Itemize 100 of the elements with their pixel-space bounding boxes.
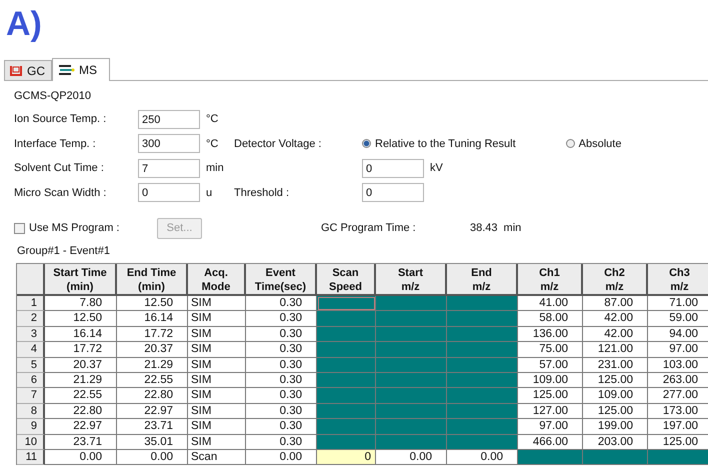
table-cell: 125.00 bbox=[583, 404, 648, 420]
radio-option[interactable]: Relative to the Tuning Result bbox=[362, 138, 516, 150]
table-cell: SIM bbox=[188, 326, 246, 342]
table-cell: 20.37 bbox=[45, 358, 117, 373]
table-cell: SIM bbox=[188, 419, 246, 435]
table-cell: 20.37 bbox=[117, 342, 188, 358]
table-cell: 0.30 bbox=[246, 311, 317, 327]
table-cell: 0.00 bbox=[117, 450, 188, 466]
column-header[interactable]: Scan Speed bbox=[317, 264, 376, 296]
table-cell: 97.00 bbox=[648, 342, 708, 358]
table-cell: 203.00 bbox=[583, 434, 648, 450]
table-cell: 197.00 bbox=[648, 419, 708, 435]
table-cell: Scan bbox=[188, 450, 246, 466]
tab[interactable]: GC bbox=[4, 60, 52, 80]
table-cell: 0.30 bbox=[246, 404, 317, 420]
table-cell: 57.00 bbox=[518, 358, 583, 373]
table-cell: SIM bbox=[188, 342, 246, 358]
table-cell: 17.72 bbox=[117, 326, 188, 342]
table-cell: 0.30 bbox=[246, 419, 317, 435]
table-cell: 0.00 bbox=[246, 450, 317, 466]
table-cell: 42.00 bbox=[583, 311, 648, 327]
column-header[interactable]: Ch1 m/z bbox=[518, 264, 583, 296]
row-header[interactable]: 1 bbox=[17, 296, 45, 312]
column-header[interactable]: Ch2 m/z bbox=[583, 264, 648, 296]
column-header[interactable]: Start Time (min) bbox=[45, 264, 117, 296]
column-header[interactable]: Acq. Mode bbox=[188, 264, 246, 296]
table-cell: 71.00 bbox=[648, 296, 708, 312]
input-field[interactable]: 7 bbox=[138, 158, 200, 178]
column-header[interactable]: Ch3 m/z bbox=[648, 264, 708, 296]
radio-option[interactable]: Absolute bbox=[566, 138, 622, 150]
table-cell: 87.00 bbox=[583, 296, 648, 312]
table-cell: SIM bbox=[188, 434, 246, 450]
table-cell: 121.00 bbox=[583, 342, 648, 358]
input-field[interactable]: 0 bbox=[362, 158, 424, 178]
table-cell: 263.00 bbox=[648, 372, 708, 388]
table-cell: 0.30 bbox=[246, 388, 317, 404]
table-cell: 35.01 bbox=[117, 434, 188, 450]
row-header[interactable]: 10 bbox=[17, 434, 45, 450]
column-header[interactable]: Start m/z bbox=[376, 264, 447, 296]
table-cell: 94.00 bbox=[648, 326, 708, 342]
table-cell: 16.14 bbox=[117, 311, 188, 327]
table-cell: 173.00 bbox=[648, 404, 708, 420]
table-cell: 22.55 bbox=[117, 372, 188, 388]
field-label: Interface Temp. : bbox=[14, 138, 97, 150]
table-cell: 136.00 bbox=[518, 326, 583, 342]
table-cell: 58.00 bbox=[518, 311, 583, 327]
input-field[interactable]: 0 bbox=[362, 183, 424, 202]
row-header[interactable]: 9 bbox=[17, 419, 45, 435]
row-header[interactable]: 2 bbox=[17, 311, 45, 327]
table-cell: 75.00 bbox=[518, 342, 583, 358]
oven-icon bbox=[9, 64, 23, 76]
table-cell: 7.80 bbox=[45, 296, 117, 312]
unit-label: kV bbox=[429, 162, 444, 174]
table-cell: 97.00 bbox=[518, 419, 583, 435]
input-field[interactable]: 0 bbox=[138, 183, 200, 202]
table-cell: 466.00 bbox=[518, 434, 583, 450]
table-cell: 12.50 bbox=[45, 311, 117, 327]
table-cell: 109.00 bbox=[518, 372, 583, 388]
table-cell: 199.00 bbox=[583, 419, 648, 435]
row-header[interactable]: 6 bbox=[17, 372, 45, 388]
checkbox[interactable]: Use MS Program : bbox=[14, 222, 157, 234]
field-label: Detector Voltage : bbox=[234, 138, 322, 150]
column-header[interactable]: End m/z bbox=[447, 264, 518, 296]
table-cell: SIM bbox=[188, 296, 246, 312]
column-header[interactable]: End Time (min) bbox=[117, 264, 188, 296]
row-header[interactable]: 5 bbox=[17, 358, 45, 373]
table-cell: SIM bbox=[188, 372, 246, 388]
group-label: Group#1 - Event#1 bbox=[17, 245, 111, 259]
table-cell: 231.00 bbox=[583, 358, 648, 373]
table-cell: 0.00 bbox=[376, 450, 447, 466]
table-cell: 23.71 bbox=[117, 419, 188, 435]
table-cell: SIM bbox=[188, 404, 246, 420]
row-header[interactable]: 4 bbox=[17, 342, 45, 358]
table-cell: SIM bbox=[188, 311, 246, 327]
tab[interactable]: MS bbox=[52, 58, 110, 81]
column-header[interactable]: Event Time(sec) bbox=[246, 264, 317, 296]
row-header[interactable]: 7 bbox=[17, 388, 45, 404]
unit-label: min bbox=[205, 162, 225, 174]
row-header[interactable]: 8 bbox=[17, 404, 45, 420]
unit-label: °C bbox=[205, 138, 220, 150]
table-cell: 125.00 bbox=[518, 388, 583, 404]
field-label: GC Program Time : bbox=[321, 222, 417, 234]
table-cell: 125.00 bbox=[648, 434, 708, 450]
row-header[interactable]: 11 bbox=[17, 450, 45, 466]
table-cell: 12.50 bbox=[117, 296, 188, 312]
table-cell: 23.71 bbox=[45, 434, 117, 450]
table-cell: SIM bbox=[188, 358, 246, 373]
stack-icon bbox=[59, 65, 75, 75]
figure-label: A) bbox=[5, 4, 43, 45]
input-field[interactable]: 300 bbox=[138, 134, 200, 154]
table-cell: 21.29 bbox=[117, 358, 188, 373]
table-cell: SIM bbox=[188, 388, 246, 404]
table-cell: 277.00 bbox=[648, 388, 708, 404]
input-field[interactable]: 250 bbox=[138, 110, 200, 129]
table-cell: 103.00 bbox=[648, 358, 708, 373]
table-cell: 16.14 bbox=[45, 326, 117, 342]
table-cell: 22.55 bbox=[45, 388, 117, 404]
table-cell: 0.30 bbox=[246, 296, 317, 312]
row-header[interactable]: 3 bbox=[17, 326, 45, 342]
table-cell: 0.30 bbox=[246, 372, 317, 388]
